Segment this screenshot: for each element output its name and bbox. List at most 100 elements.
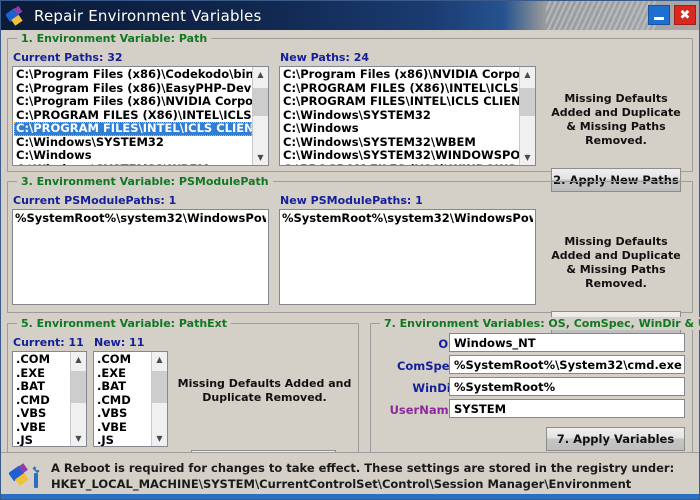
- scrollbar-track[interactable]: [71, 367, 86, 431]
- list-item[interactable]: .EXE: [14, 366, 70, 381]
- list-item[interactable]: C:\Windows: [281, 121, 519, 136]
- window-title: Repair Environment Variables: [34, 6, 262, 25]
- new-paths-scrollbar[interactable]: ▲ ▼: [519, 67, 535, 165]
- scrollbar-thumb[interactable]: [520, 88, 535, 116]
- current-paths-items: C:\Program Files (x86)\Codekodo\binaries…: [13, 67, 252, 165]
- list-item[interactable]: C:\Program Files (x86)\NVIDIA Corporatio…: [281, 67, 519, 82]
- pathext-current-listbox[interactable]: .COM .EXE .BAT .CMD .VBS .VBE .JS .JSE ▲…: [12, 351, 87, 447]
- list-item[interactable]: C:\Windows\SYSTEM32: [281, 108, 519, 123]
- scrollbar-thumb[interactable]: [253, 88, 268, 116]
- new-paths-items: C:\Program Files (x86)\NVIDIA Corporatio…: [280, 67, 519, 165]
- scroll-down-icon[interactable]: ▼: [520, 150, 535, 165]
- psmodulepath-info-text: Missing Defaults Added and Duplicate & M…: [551, 235, 681, 290]
- list-item[interactable]: C:\PROGRAM FILES\INTEL\ICLS CLIENT: [281, 94, 519, 109]
- scrollbar-track[interactable]: [253, 82, 268, 150]
- pathext-new-items: .COM .EXE .BAT .CMD .VBS .VBE .JS .JSE: [94, 352, 151, 446]
- status-line-1: A Reboot is required for changes to take…: [51, 461, 675, 475]
- new-psmodulepath-textbox[interactable]: %SystemRoot%\system32\WindowsPowerShell\…: [279, 209, 536, 305]
- list-item[interactable]: .CMD: [95, 393, 151, 408]
- group-title-pathext: 5. Environment Variable: PathExt: [17, 317, 232, 330]
- label-new-paths: New Paths: 24: [280, 51, 370, 64]
- current-psmodulepath-textbox[interactable]: %SystemRoot%\system32\WindowsPowerShell\…: [12, 209, 269, 305]
- list-item[interactable]: .EXE: [95, 366, 151, 381]
- username-label: UserName:: [389, 403, 461, 417]
- list-item[interactable]: C:\Windows\SYSTEM32: [14, 135, 252, 150]
- list-item[interactable]: .VBS: [95, 406, 151, 421]
- list-item[interactable]: .COM: [95, 352, 151, 367]
- psmodulepath-new-value: %SystemRoot%\system32\WindowsPowerShell\…: [282, 211, 533, 225]
- list-item[interactable]: .BAT: [95, 379, 151, 394]
- scroll-up-icon[interactable]: ▲: [520, 67, 535, 82]
- group-title-psmodulepath: 3. Environment Variable: PSModulePath: [17, 175, 273, 188]
- minimize-button[interactable]: [648, 5, 670, 25]
- list-item[interactable]: C:\Program Files (x86)\Codekodo\binaries…: [14, 67, 252, 82]
- list-item[interactable]: .JS: [95, 433, 151, 446]
- scroll-up-icon[interactable]: ▲: [71, 352, 86, 367]
- list-item[interactable]: .VBE: [95, 420, 151, 435]
- scrollbar-track[interactable]: [520, 82, 535, 150]
- app-diamond-icon: [5, 5, 28, 27]
- username-field[interactable]: SYSTEM: [449, 399, 685, 418]
- list-item[interactable]: C:\Program Files (x86)\NVIDIA Corporatio…: [14, 94, 252, 109]
- group-title-path: 1. Environment Variable: Path: [17, 32, 212, 45]
- label-pathext-current: Current: 11: [13, 336, 84, 349]
- list-item[interactable]: C:\Program Files (x86)\EasyPHP-DevServer…: [14, 81, 252, 96]
- list-item[interactable]: .COM: [14, 352, 70, 367]
- list-item[interactable]: .CMD: [14, 393, 70, 408]
- minimize-icon: [654, 16, 664, 20]
- close-button[interactable]: ✖: [674, 5, 696, 25]
- title-bar-stripes: [546, 1, 656, 30]
- list-item[interactable]: C:\Windows\SYSTEM32\WINDOWSPOWERSHEL: [281, 148, 519, 163]
- current-paths-listbox[interactable]: C:\Program Files (x86)\Codekodo\binaries…: [12, 66, 269, 166]
- list-item-selected[interactable]: C:\PROGRAM FILES\INTEL\ICLS CLIENT: [14, 121, 252, 136]
- list-item[interactable]: .VBS: [14, 406, 70, 421]
- list-item[interactable]: C:\Windows: [14, 148, 252, 163]
- scrollbar-track[interactable]: [152, 367, 167, 431]
- label-new-psmodulepaths: New PSModulePaths: 1: [280, 194, 423, 207]
- list-item[interactable]: C:\PROGRAM FILES (X86)\INTEL\ICLS CLIENT: [281, 81, 519, 96]
- status-text: A Reboot is required for changes to take…: [51, 460, 674, 492]
- pathext-new-scrollbar[interactable]: ▲ ▼: [151, 352, 167, 446]
- label-pathext-new: New: 11: [94, 336, 145, 349]
- windir-field[interactable]: %SystemRoot%: [449, 377, 685, 396]
- label-current-psmodulepaths: Current PSModulePaths: 1: [13, 194, 177, 207]
- group-title-variables: 7. Environment Variables: OS, ComSpec, W…: [380, 317, 700, 330]
- current-paths-scrollbar[interactable]: ▲ ▼: [252, 67, 268, 165]
- list-item[interactable]: C:\Windows\SYSTEM32\WBEM: [281, 135, 519, 150]
- list-item[interactable]: C:\PROGRAM FILES (X86)\WINDOWS LIVE\SH: [281, 162, 519, 165]
- scroll-down-icon[interactable]: ▼: [71, 431, 86, 446]
- client-area: 1. Environment Variable: Path Current Pa…: [1, 30, 700, 474]
- diamond-wrench-icon: [8, 460, 43, 492]
- accent-strip: [1, 494, 699, 499]
- list-item[interactable]: .VBE: [14, 420, 70, 435]
- pathext-current-scrollbar[interactable]: ▲ ▼: [70, 352, 86, 446]
- list-item[interactable]: C:\PROGRAM FILES (X86)\INTEL\ICLS CLIENT: [14, 108, 252, 123]
- status-bar: A Reboot is required for changes to take…: [1, 452, 699, 499]
- path-info-text: Missing Defaults Added and Duplicate & M…: [551, 92, 681, 147]
- scroll-down-icon[interactable]: ▼: [152, 431, 167, 446]
- new-paths-listbox[interactable]: C:\Program Files (x86)\NVIDIA Corporatio…: [279, 66, 536, 166]
- window-controls: ✖: [648, 5, 696, 25]
- app-window: Repair Environment Variables ✖ 1. Enviro…: [0, 0, 700, 500]
- windir-label: WinDir:: [412, 381, 461, 395]
- psmodulepath-current-value: %SystemRoot%\system32\WindowsPowerShell\…: [15, 211, 266, 225]
- list-item[interactable]: .BAT: [14, 379, 70, 394]
- scrollbar-thumb[interactable]: [71, 371, 86, 403]
- scroll-up-icon[interactable]: ▲: [253, 67, 268, 82]
- status-line-2: HKEY_LOCAL_MACHINE\SYSTEM\CurrentControl…: [51, 477, 632, 491]
- scroll-down-icon[interactable]: ▼: [253, 150, 268, 165]
- apply-variables-button[interactable]: 7. Apply Variables: [546, 427, 685, 451]
- pathext-info-text: Missing Defaults Added and Duplicate Rem…: [177, 377, 352, 404]
- title-bar: Repair Environment Variables ✖: [1, 1, 699, 30]
- comspec-field[interactable]: %SystemRoot%\System32\cmd.exe: [449, 355, 685, 374]
- close-icon: ✖: [679, 7, 691, 23]
- scroll-up-icon[interactable]: ▲: [152, 352, 167, 367]
- pathext-current-items: .COM .EXE .BAT .CMD .VBS .VBE .JS .JSE: [13, 352, 70, 446]
- list-item[interactable]: .JS: [14, 433, 70, 446]
- os-field[interactable]: Windows_NT: [449, 333, 685, 352]
- list-item[interactable]: C:\Windows\SYSTEM32\WBEM: [14, 162, 252, 165]
- pathext-new-listbox[interactable]: .COM .EXE .BAT .CMD .VBS .VBE .JS .JSE ▲…: [93, 351, 168, 447]
- comspec-label: ComSpec:: [396, 359, 461, 373]
- scrollbar-thumb[interactable]: [152, 371, 167, 403]
- label-current-paths: Current Paths: 32: [13, 51, 123, 64]
